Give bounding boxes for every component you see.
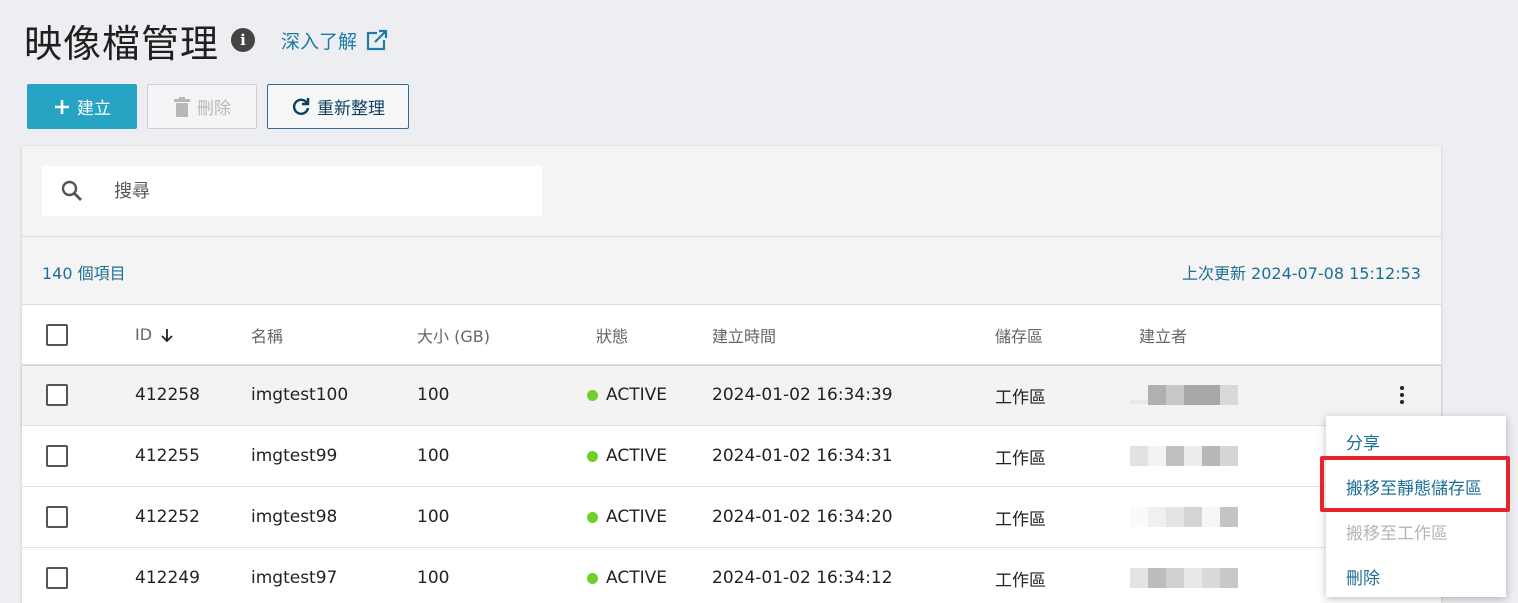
- last-updated: 上次更新 2024-07-08 15:12:53: [1181, 264, 1421, 283]
- search-icon: [60, 179, 84, 203]
- row-creator-redacted: [1130, 426, 1238, 486]
- item-count: 140 個項目: [42, 264, 126, 283]
- column-header-creator[interactable]: 建立者: [1139, 305, 1187, 364]
- column-header-id[interactable]: ID: [135, 305, 176, 364]
- status-label: ACTIVE: [606, 446, 667, 466]
- search-box[interactable]: [42, 166, 542, 216]
- column-header-status[interactable]: 狀態: [596, 305, 628, 364]
- row-status: ACTIVE: [587, 487, 667, 547]
- refresh-button[interactable]: 重新整理: [267, 84, 409, 129]
- table-row[interactable]: 412249 imgtest97 100 ACTIVE 2024-01-02 1…: [22, 548, 1441, 603]
- row-name: imgtest97: [251, 568, 338, 588]
- plus-icon: [53, 98, 71, 116]
- menu-item-share[interactable]: 分享: [1346, 429, 1380, 454]
- search-input[interactable]: [114, 180, 494, 202]
- delete-label: 刪除: [197, 99, 231, 119]
- row-storage: 工作區: [995, 387, 1046, 408]
- images-panel: 140 個項目 上次更新 2024-07-08 15:12:53 ID 名稱 大…: [22, 146, 1441, 603]
- row-size: 100: [417, 385, 450, 405]
- table-row[interactable]: 412255 imgtest99 100 ACTIVE 2024-01-02 1…: [22, 426, 1441, 487]
- page-header: 映像檔管理 i 深入了解: [24, 14, 389, 66]
- row-id: 412255: [135, 446, 200, 466]
- trash-icon: [173, 96, 191, 117]
- row-checkbox[interactable]: [46, 445, 68, 467]
- create-label: 建立: [77, 99, 111, 119]
- divider: [22, 236, 1441, 237]
- row-name: imgtest99: [251, 446, 338, 466]
- learn-more-link[interactable]: 深入了解: [281, 27, 389, 54]
- table-row[interactable]: 412258 imgtest100 100 ACTIVE 2024-01-02 …: [22, 365, 1441, 426]
- status-active-icon: [587, 389, 598, 401]
- refresh-label: 重新整理: [317, 99, 385, 119]
- row-name: imgtest98: [251, 507, 338, 527]
- row-id: 412258: [135, 385, 200, 405]
- row-created: 2024-01-02 16:34:31: [712, 446, 893, 466]
- toolbar: 建立 刪除 重新整理: [27, 84, 409, 129]
- column-header-size[interactable]: 大小 (GB): [417, 305, 490, 364]
- row-status: ACTIVE: [587, 426, 667, 486]
- table-row[interactable]: 412252 imgtest98 100 ACTIVE 2024-01-02 1…: [22, 487, 1441, 548]
- status-label: ACTIVE: [606, 507, 667, 527]
- create-button[interactable]: 建立: [27, 84, 137, 129]
- info-icon[interactable]: i: [231, 28, 256, 52]
- external-link-icon: [366, 29, 389, 51]
- table-header: ID 名稱 大小 (GB) 狀態 建立時間 儲存區 建立者: [22, 305, 1441, 365]
- row-storage: 工作區: [995, 448, 1046, 469]
- learn-more-label: 深入了解: [281, 30, 358, 53]
- row-checkbox[interactable]: [46, 384, 68, 406]
- page-title: 映像檔管理: [24, 21, 220, 66]
- menu-item-move-to-workspace: 搬移至工作區: [1346, 524, 1448, 544]
- row-creator-redacted: [1130, 487, 1238, 547]
- row-status: ACTIVE: [587, 365, 667, 425]
- row-checkbox[interactable]: [46, 567, 68, 589]
- select-all-checkbox[interactable]: [46, 323, 68, 346]
- row-created: 2024-01-02 16:34:12: [712, 568, 893, 588]
- row-id: 412252: [135, 507, 200, 527]
- row-creator-redacted: [1130, 548, 1238, 603]
- menu-item-delete[interactable]: 刪除: [1346, 564, 1380, 589]
- row-name: imgtest100: [251, 385, 349, 405]
- row-status: ACTIVE: [587, 548, 667, 603]
- status-active-icon: [587, 450, 598, 462]
- more-actions-icon[interactable]: [1392, 380, 1412, 410]
- row-storage: 工作區: [995, 509, 1046, 530]
- column-header-storage[interactable]: 儲存區: [995, 305, 1043, 364]
- highlight-annotation: [1320, 456, 1510, 512]
- row-checkbox[interactable]: [46, 506, 68, 528]
- arrow-down-icon: [161, 328, 173, 342]
- row-storage: 工作區: [995, 570, 1046, 591]
- row-size: 100: [417, 507, 450, 527]
- column-label: ID: [135, 325, 153, 344]
- row-size: 100: [417, 446, 450, 466]
- row-creator-redacted: [1130, 365, 1238, 425]
- status-active-icon: [587, 572, 598, 584]
- column-header-created[interactable]: 建立時間: [712, 305, 776, 364]
- column-header-name[interactable]: 名稱: [251, 305, 283, 364]
- refresh-icon: [291, 97, 311, 117]
- row-id: 412249: [135, 568, 200, 588]
- status-label: ACTIVE: [606, 568, 667, 588]
- row-size: 100: [417, 568, 450, 588]
- status-label: ACTIVE: [606, 385, 667, 405]
- row-created: 2024-01-02 16:34:20: [712, 507, 893, 527]
- delete-button[interactable]: 刪除: [147, 84, 257, 129]
- status-active-icon: [587, 511, 598, 523]
- row-created: 2024-01-02 16:34:39: [712, 385, 893, 405]
